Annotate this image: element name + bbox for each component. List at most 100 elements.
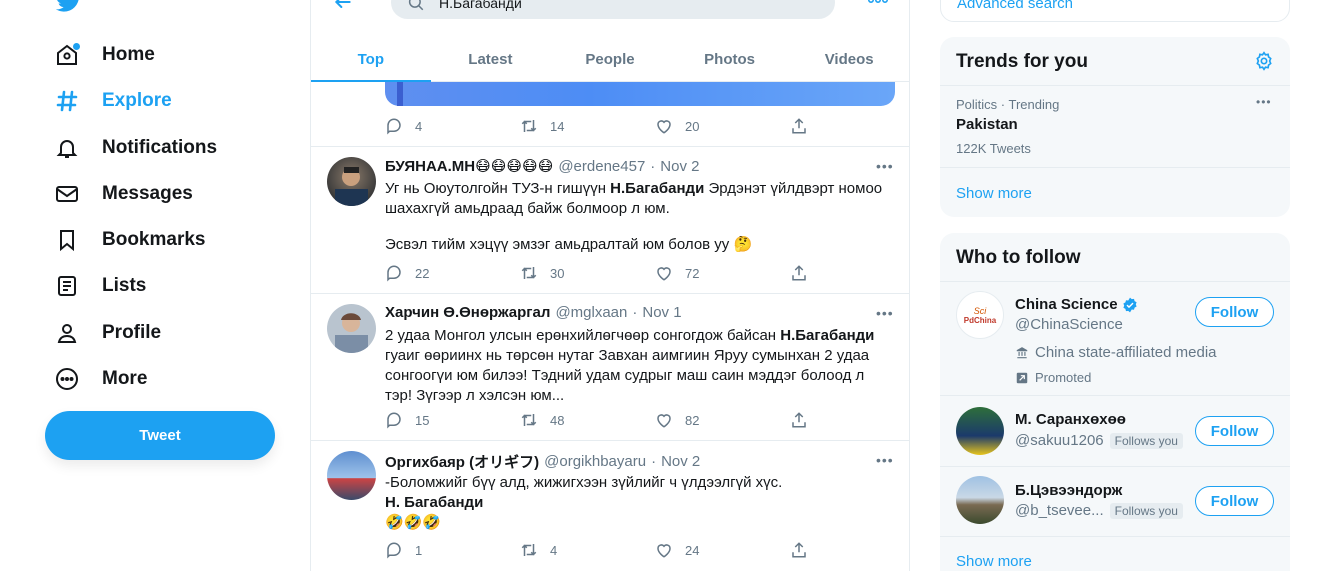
tweet-more-icon[interactable]: ••• <box>876 305 894 321</box>
avatar[interactable] <box>956 476 1004 524</box>
share-icon <box>790 117 808 135</box>
tweet-button[interactable]: Tweet <box>45 411 275 460</box>
retweet-icon <box>520 411 538 429</box>
heart-icon <box>655 541 673 559</box>
author-name[interactable]: БУЯНАА.МН😷😷😷😷😷 <box>385 157 553 175</box>
reply-button[interactable]: 1 <box>385 541 520 559</box>
tweet-text-part: 2 удаа Монгол улсын ерөнхийлөгчөөр сонго… <box>385 327 781 344</box>
follow-suggestion[interactable]: Б.Цэвээндорж @b_tsevee... Follows you Fo… <box>940 467 1290 537</box>
separator-dot: · <box>650 157 656 175</box>
retweet-button[interactable]: 14 <box>520 117 655 135</box>
search-input[interactable]: Н.Багабанди <box>439 0 522 11</box>
avatar[interactable] <box>327 304 376 353</box>
reply-icon <box>385 117 403 135</box>
retweet-button[interactable]: 4 <box>520 541 655 559</box>
trend-more-icon[interactable]: ••• <box>1256 95 1272 109</box>
twitter-logo-icon[interactable] <box>56 0 82 14</box>
advanced-search-box: Advanced search <box>940 0 1290 22</box>
follows-you-badge: Follows you <box>1109 502 1183 519</box>
tweet-item[interactable]: БУЯНАА.МН😷😷😷😷😷 @erdene457 · Nov 2 ••• Уг… <box>311 146 909 293</box>
reply-count: 15 <box>415 412 430 428</box>
more-options-icon[interactable] <box>867 0 889 6</box>
reply-button[interactable]: 4 <box>385 117 520 135</box>
like-button[interactable]: 82 <box>655 411 790 429</box>
tab-latest[interactable]: Latest <box>431 36 551 82</box>
follow-button[interactable]: Follow <box>1195 416 1274 446</box>
author-handle[interactable]: @mglxaan <box>555 304 627 321</box>
follow-button[interactable]: Follow <box>1195 486 1274 516</box>
like-button[interactable]: 72 <box>655 264 790 282</box>
avatar-logo-text: PdChina <box>963 315 997 325</box>
search-tabs: Top Latest People Photos Videos <box>311 36 909 82</box>
trends-show-more[interactable]: Show more <box>956 185 1032 202</box>
share-button[interactable] <box>790 117 810 135</box>
avatar[interactable] <box>327 451 376 500</box>
back-arrow-icon[interactable] <box>333 0 353 12</box>
nav-explore[interactable]: Explore <box>54 81 172 121</box>
bell-icon <box>54 135 80 161</box>
who-to-follow-show-more[interactable]: Show more <box>956 553 1032 570</box>
advanced-search-link[interactable]: Advanced search <box>957 0 1073 12</box>
tweet-more-icon[interactable]: ••• <box>876 452 894 468</box>
search-bar[interactable]: Н.Багабанди <box>391 0 835 19</box>
tweet-actions: 22 30 72 <box>385 264 815 282</box>
like-count: 82 <box>685 412 700 428</box>
nav-more[interactable]: More <box>54 359 147 399</box>
retweet-button[interactable]: 30 <box>520 264 655 282</box>
author-handle[interactable]: @orgikhbayaru <box>544 453 646 470</box>
nav-notifications-label: Notifications <box>102 137 218 158</box>
scrollbar[interactable] <box>1328 0 1343 571</box>
avatar[interactable] <box>956 407 1004 455</box>
tweet-item[interactable]: Оргихбаяр (オリギフ) @orgikhbayaru · Nov 2 •… <box>311 440 909 571</box>
like-count: 24 <box>685 542 700 558</box>
follow-button[interactable]: Follow <box>1195 297 1274 327</box>
author-handle[interactable]: @erdene457 <box>558 158 645 175</box>
author-name[interactable]: Оргихбаяр (オリギフ) <box>385 451 539 472</box>
tweet-more-icon[interactable]: ••• <box>876 158 894 174</box>
follow-suggestion[interactable]: М. Саранхөхөө @sakuu1206 Follows you Fol… <box>940 396 1290 466</box>
home-icon <box>54 42 80 68</box>
like-button[interactable]: 20 <box>655 117 790 135</box>
notification-dot <box>73 43 80 50</box>
heart-icon <box>655 264 673 282</box>
reply-button[interactable]: 15 <box>385 411 520 429</box>
tweet-media-image[interactable] <box>385 82 895 106</box>
tab-people[interactable]: People <box>550 36 670 82</box>
author-name[interactable]: Харчин Ө.Өнөржаргал <box>385 304 550 321</box>
nav-bookmarks[interactable]: Bookmarks <box>54 220 206 260</box>
tweet-date[interactable]: Nov 1 <box>642 304 681 321</box>
follow-suggestion[interactable]: Sci PdChina China Science @ChinaScience … <box>940 282 1290 390</box>
avatar[interactable] <box>327 157 376 206</box>
settings-gear-icon[interactable] <box>1254 51 1274 71</box>
nav-notifications[interactable]: Notifications <box>54 128 217 168</box>
nav-messages-label: Messages <box>102 183 193 204</box>
retweet-icon <box>520 117 538 135</box>
account-handle: @sakuu1206 <box>1015 432 1104 449</box>
search-icon <box>408 0 424 10</box>
share-button[interactable] <box>790 264 810 282</box>
trend-item[interactable]: Politics · Trending ••• Pakistan 122K Tw… <box>940 86 1290 161</box>
tab-photos[interactable]: Photos <box>670 36 790 82</box>
reply-button[interactable]: 22 <box>385 264 520 282</box>
tab-videos[interactable]: Videos <box>789 36 909 82</box>
nav-profile[interactable]: Profile <box>54 313 161 353</box>
tweet-date[interactable]: Nov 2 <box>660 158 699 175</box>
separator-dot: · <box>651 453 657 470</box>
person-icon <box>54 320 80 346</box>
tweet-date[interactable]: Nov 2 <box>661 453 700 470</box>
share-button[interactable] <box>790 411 810 429</box>
tweet-item[interactable]: Харчин Ө.Өнөржаргал @mglxaan · Nov 1 •••… <box>311 293 909 440</box>
heart-icon <box>655 411 673 429</box>
nav-home[interactable]: Home <box>54 35 155 75</box>
avatar[interactable]: Sci PdChina <box>956 291 1004 339</box>
share-button[interactable] <box>790 541 810 559</box>
retweet-count: 30 <box>550 265 565 281</box>
envelope-icon <box>54 181 80 207</box>
retweet-button[interactable]: 48 <box>520 411 655 429</box>
nav-messages[interactable]: Messages <box>54 174 193 214</box>
tab-top[interactable]: Top <box>311 36 431 82</box>
share-icon <box>790 541 808 559</box>
like-button[interactable]: 24 <box>655 541 790 559</box>
who-to-follow-title: Who to follow <box>956 247 1081 268</box>
nav-lists[interactable]: Lists <box>54 266 146 306</box>
